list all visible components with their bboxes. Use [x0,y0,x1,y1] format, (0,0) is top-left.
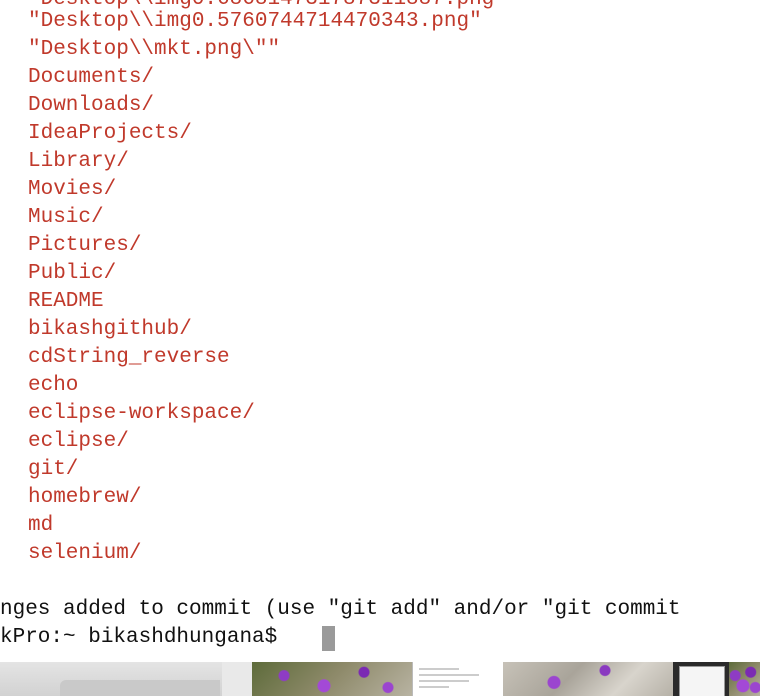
terminal-window[interactable]: "Desktop\\img0.686814731787311887.png" "… [0,0,760,662]
untracked-file-line: bikashgithub/ [28,318,192,341]
desktop-photo-thumbnail[interactable] [503,662,673,696]
untracked-file-line: Downloads/ [28,94,155,117]
untracked-file-line: Library/ [28,150,129,173]
untracked-file-line: selenium/ [28,542,142,565]
git-status-hint-line: nges added to commit (use "git add" and/… [0,598,681,621]
desktop-screenshot-thumbnail[interactable] [673,662,729,696]
desktop-gap [222,662,252,696]
untracked-file-line: Documents/ [28,66,155,89]
untracked-file-line: eclipse-workspace/ [28,402,255,425]
untracked-file-line: eclipse/ [28,430,129,453]
untracked-file-line: git/ [28,458,79,481]
untracked-file-line: "Desktop\\img0.5760744714470343.png" [28,10,482,33]
untracked-file-line: "Desktop\\mkt.png\"" [28,38,281,61]
untracked-file-line: Public/ [28,262,117,285]
untracked-file-line: Music/ [28,206,104,229]
untracked-file-line: README [28,290,104,313]
desktop-photo-thumbnail[interactable] [252,662,412,696]
untracked-file-line: echo [28,374,79,397]
untracked-file-line: IdeaProjects/ [28,122,192,145]
desktop-blur-shape [60,680,220,696]
shell-prompt: kPro:~ bikashdhungana$ [0,626,290,649]
desktop-background-strip [0,662,760,696]
untracked-file-line: Pictures/ [28,234,142,257]
desktop-document-thumbnail[interactable] [412,662,503,696]
untracked-file-line: md [28,514,54,537]
text-cursor[interactable] [322,626,335,651]
untracked-file-line: Movies/ [28,178,117,201]
untracked-file-line: cdString_reverse [28,346,230,369]
untracked-file-line: homebrew/ [28,486,142,509]
desktop-photo-thumbnail[interactable] [729,662,760,696]
